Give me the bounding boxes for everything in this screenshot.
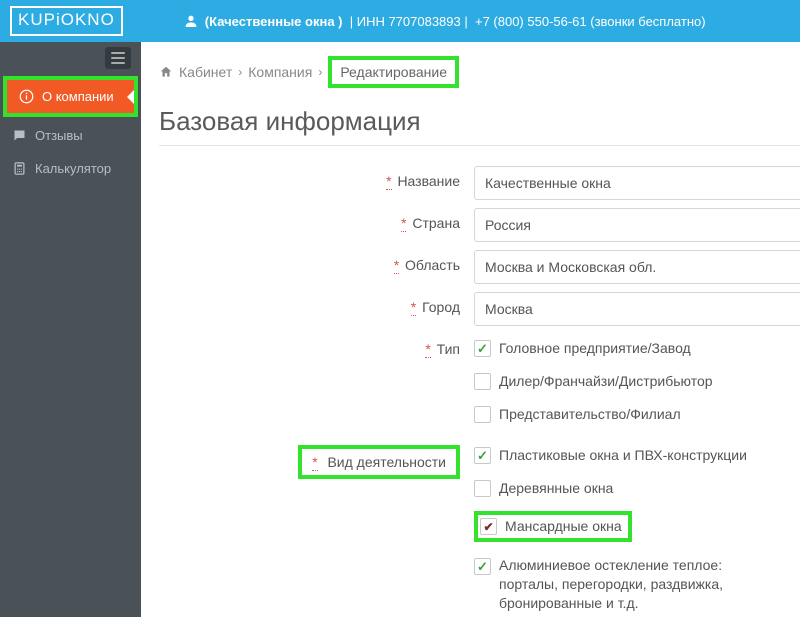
label-region: * Область — [159, 250, 474, 273]
home-icon[interactable] — [159, 65, 173, 79]
header-phone: +7 (800) 550-56-61 (звонки бесплатно) — [475, 14, 706, 29]
checkbox[interactable] — [474, 340, 491, 357]
checkbox-label: Дилер/Франчайзи/Дистрибьютор — [499, 372, 713, 391]
comment-icon — [12, 128, 27, 143]
header-sep: | — [461, 14, 475, 29]
checkbox-label: Деревянные окна — [499, 479, 613, 498]
highlight-box: О компании — [3, 76, 138, 117]
breadcrumb-item[interactable]: Компания — [248, 64, 312, 80]
label-type: * Тип — [159, 334, 474, 357]
top-header: KUPiOKNO (Качественные окна ) | ИНН 7707… — [0, 0, 800, 42]
sidebar-item-label: Отзывы — [35, 128, 83, 143]
sidebar-item-reviews[interactable]: Отзывы — [0, 119, 141, 152]
type-option[interactable]: Представительство/Филиал — [474, 400, 800, 433]
logo[interactable]: KUPiOKNO — [10, 6, 123, 36]
divider — [159, 145, 800, 146]
type-option[interactable]: Головное предприятие/Завод — [474, 334, 800, 367]
header-sep: | — [343, 14, 357, 29]
form-row-city: * Город — [159, 292, 800, 326]
checkbox[interactable] — [474, 480, 491, 497]
checkbox-label: Головное предприятие/Завод — [499, 339, 691, 358]
chevron-right-icon: › — [238, 65, 242, 79]
form-row-type: * Тип Головное предприятие/Завод Дилер/Ф… — [159, 334, 800, 433]
activity-option-highlighted[interactable]: Мансардные окна — [474, 506, 800, 551]
breadcrumb: Кабинет › Компания › Редактирование — [159, 56, 800, 88]
region-input[interactable] — [474, 250, 800, 284]
hamburger-icon[interactable] — [105, 47, 131, 69]
header-company-name[interactable]: (Качественные окна ) — [205, 14, 343, 29]
sidebar-item-label: О компании — [42, 89, 114, 104]
info-icon — [19, 89, 34, 104]
form-row-name: * Название — [159, 166, 800, 200]
form-row-country: * Страна — [159, 208, 800, 242]
checkbox-label: Представительство/Филиал — [499, 405, 681, 424]
label-activity: * Вид деятельности — [159, 441, 474, 479]
city-input[interactable] — [474, 292, 800, 326]
activity-option[interactable]: Алюминиевое остекление теплое: порталы, … — [474, 551, 800, 617]
sidebar-item-about[interactable]: О компании — [7, 80, 134, 113]
user-icon — [183, 13, 199, 29]
breadcrumb-item[interactable]: Кабинет — [179, 64, 232, 80]
checkbox-label: Алюминиевое остекление теплое: порталы, … — [499, 556, 779, 613]
checkbox[interactable] — [474, 447, 491, 464]
type-option[interactable]: Дилер/Франчайзи/Дистрибьютор — [474, 367, 800, 400]
name-input[interactable] — [474, 166, 800, 200]
sidebar-toggle[interactable] — [0, 42, 141, 74]
form-row-region: * Область — [159, 250, 800, 284]
sidebar-item-calculator[interactable]: Калькулятор — [0, 152, 141, 185]
activity-option[interactable]: Деревянные окна — [474, 474, 800, 507]
checkbox[interactable] — [474, 558, 491, 575]
label-city: * Город — [159, 292, 474, 315]
chevron-right-icon: › — [318, 65, 322, 79]
activity-option[interactable]: Пластиковые окна и ПВХ-конструкции — [474, 441, 800, 474]
label-name: * Название — [159, 166, 474, 189]
sidebar-item-label: Калькулятор — [35, 161, 111, 176]
checkbox-label: Пластиковые окна и ПВХ-конструкции — [499, 446, 747, 465]
checkbox[interactable] — [480, 518, 497, 535]
breadcrumb-current: Редактирование — [328, 56, 459, 88]
sidebar: О компании Отзывы Калькулятор — [0, 42, 141, 617]
checkbox-label: Мансардные окна — [505, 517, 622, 536]
header-inn: ИНН 7707083893 — [357, 14, 461, 29]
page-title: Базовая информация — [159, 106, 800, 137]
form-row-activity: * Вид деятельности Пластиковые окна и ПВ… — [159, 441, 800, 617]
checkbox[interactable] — [474, 406, 491, 423]
label-country: * Страна — [159, 208, 474, 231]
country-input[interactable] — [474, 208, 800, 242]
checkbox[interactable] — [474, 373, 491, 390]
main-content: Кабинет › Компания › Редактирование Базо… — [141, 42, 800, 617]
calculator-icon — [12, 161, 27, 176]
